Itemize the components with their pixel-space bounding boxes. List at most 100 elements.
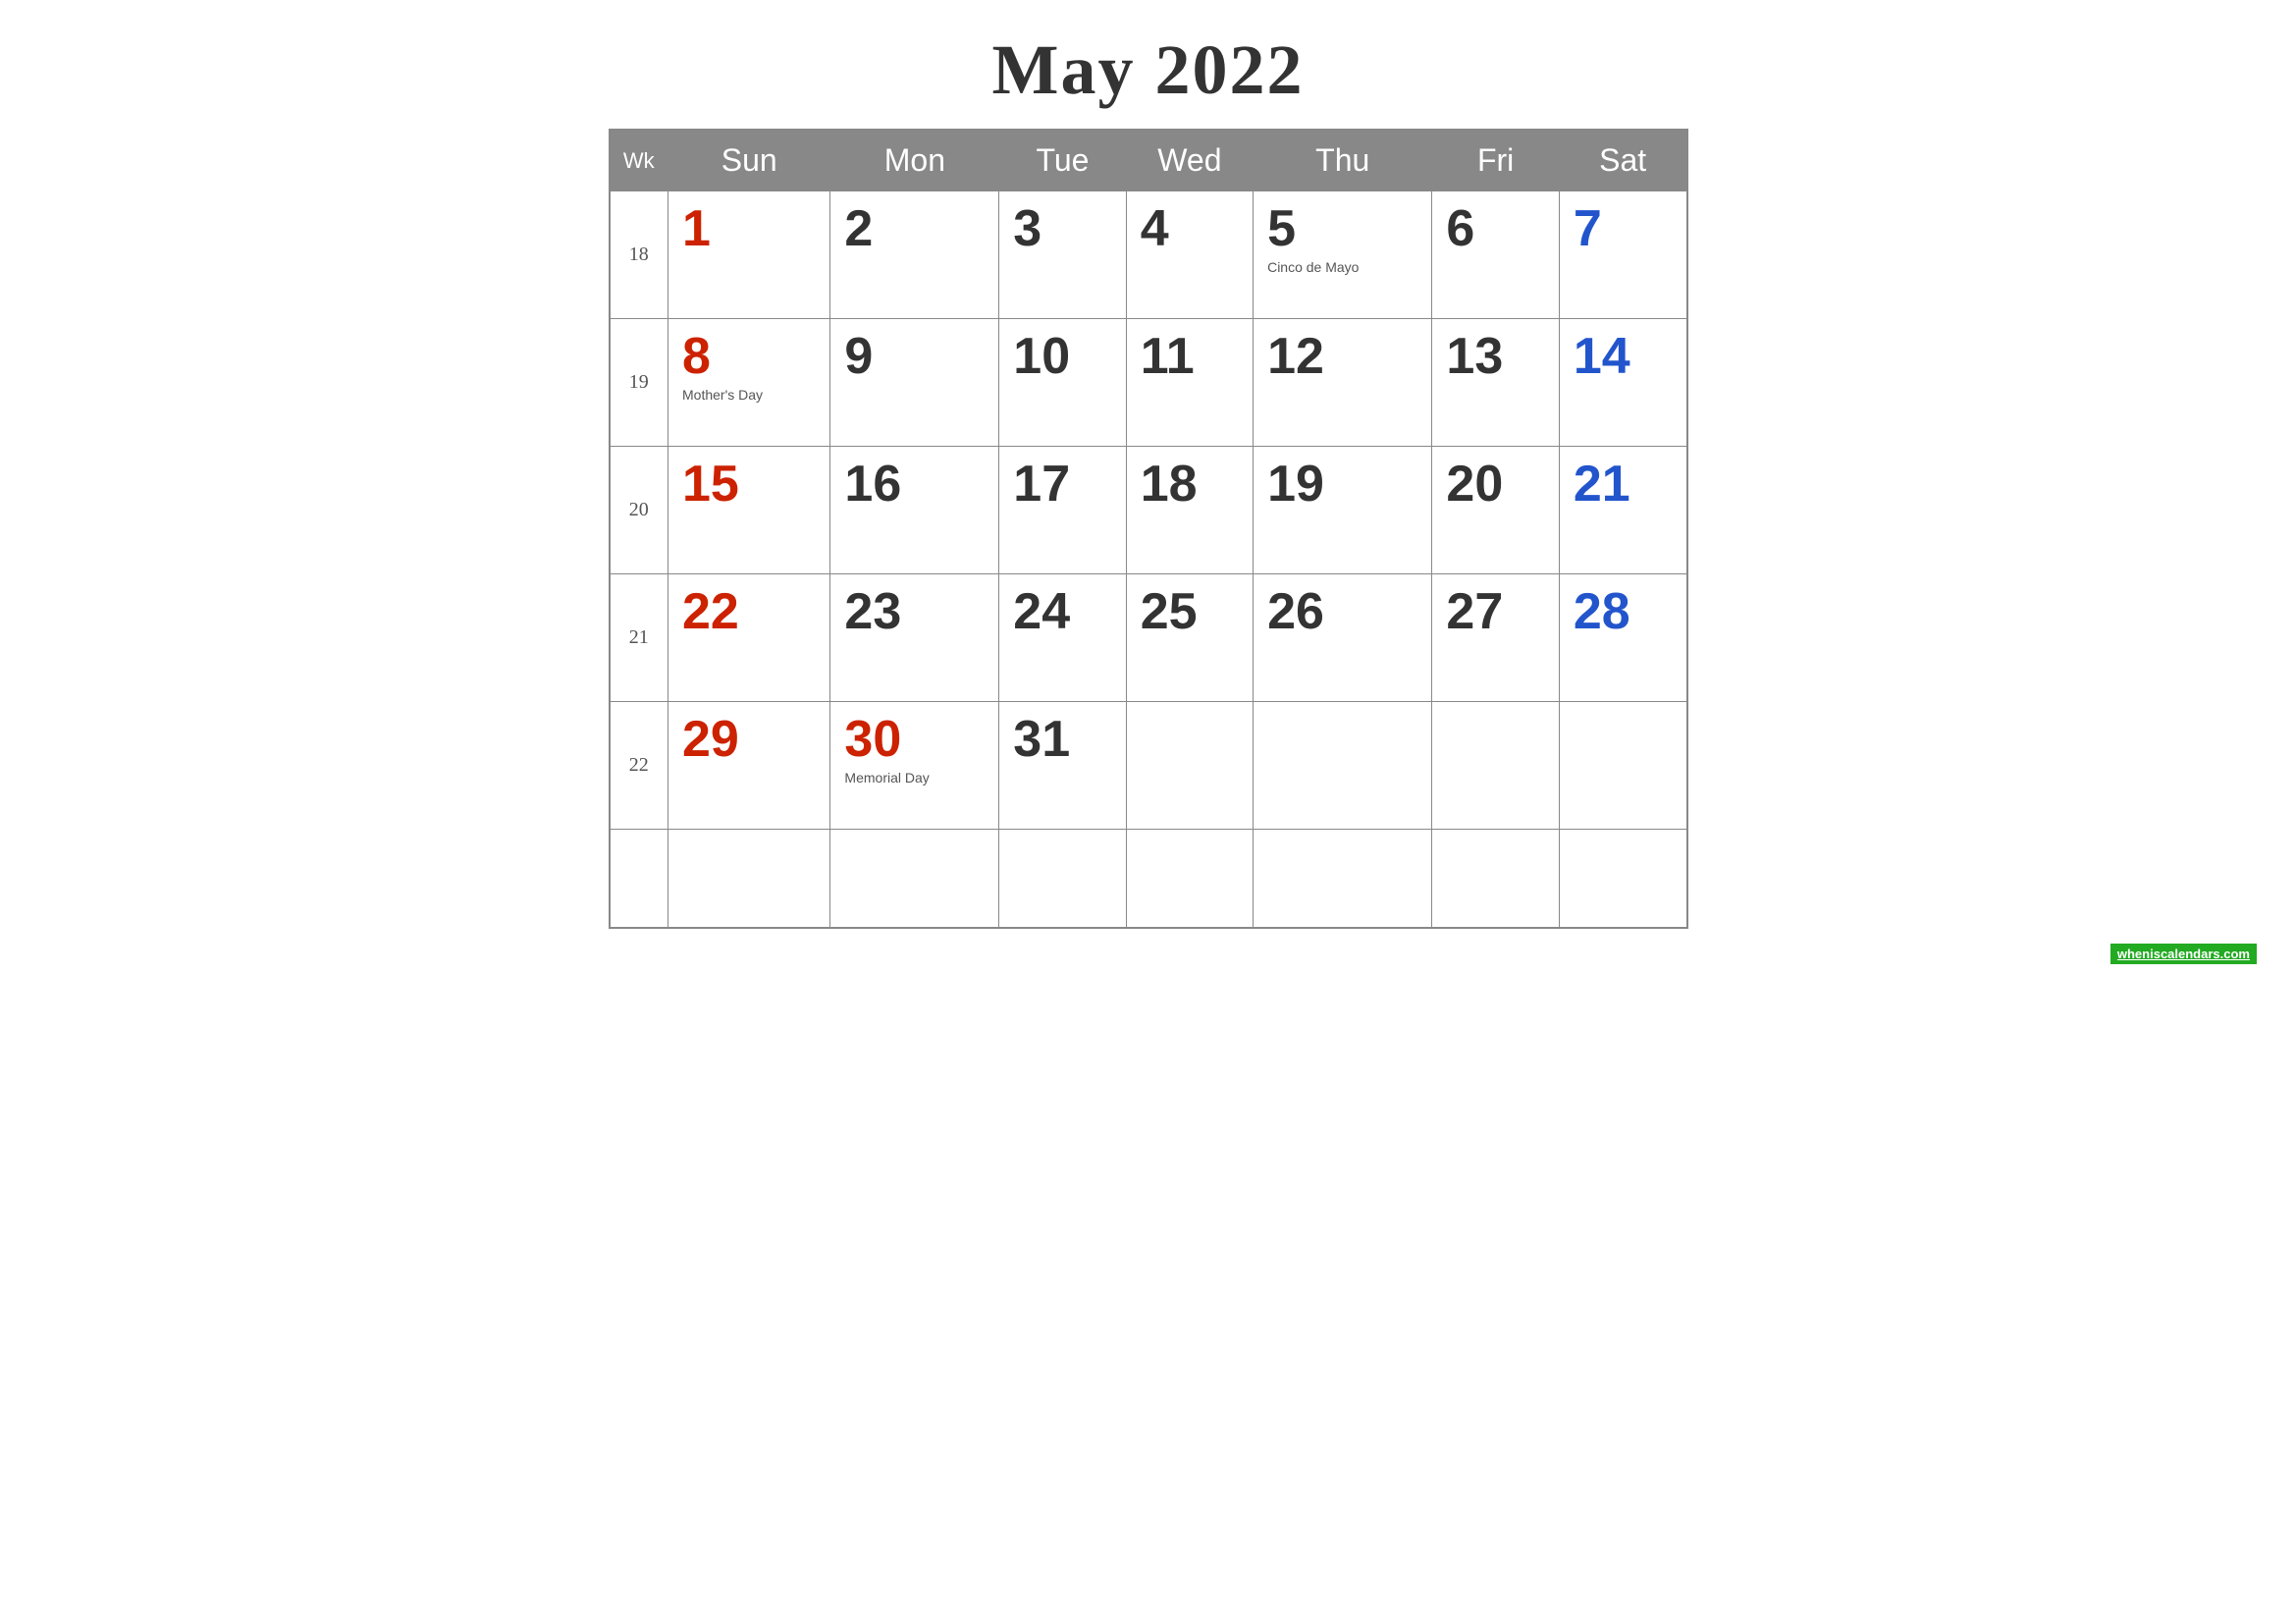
day-number: 2 [844, 201, 985, 257]
day-number: 24 [1013, 584, 1111, 640]
day-number: 17 [1013, 457, 1111, 513]
day-number: 20 [1446, 457, 1544, 513]
day-number: 28 [1574, 584, 1673, 640]
day-number: 3 [1013, 201, 1111, 257]
day-cell [1559, 702, 1686, 830]
day-number: 9 [844, 329, 985, 385]
day-number: 23 [844, 584, 985, 640]
day-cell: 17 [999, 447, 1126, 574]
day-cell: 4 [1126, 191, 1253, 319]
day-number: 15 [682, 457, 816, 513]
empty-row [610, 830, 1687, 928]
holiday-label: Mother's Day [682, 387, 816, 403]
day-cell: 14 [1559, 319, 1686, 447]
day-cell: 10 [999, 319, 1126, 447]
day-number: 7 [1574, 201, 1673, 257]
day-number: 19 [1267, 457, 1417, 513]
day-number: 31 [1013, 712, 1111, 768]
watermark-link[interactable]: wheniscalendars.com [2110, 944, 2257, 964]
day-cell [1432, 702, 1559, 830]
calendar-title: May 2022 [992, 29, 1305, 111]
day-cell: 1 [668, 191, 830, 319]
wed-header: Wed [1126, 130, 1253, 191]
day-cell: 24 [999, 574, 1126, 702]
week-row: 2229 30 Memorial Day 31 [610, 702, 1687, 830]
week-number: 20 [610, 447, 668, 574]
day-number: 13 [1446, 329, 1544, 385]
day-cell: 26 [1254, 574, 1432, 702]
day-number: 29 [682, 712, 816, 768]
calendar-table: Wk Sun Mon Tue Wed Thu Fri Sat 1812345Ci… [609, 129, 1688, 929]
holiday-label: Memorial Day [844, 770, 985, 785]
day-number: 21 [1574, 457, 1673, 513]
week-number: 19 [610, 319, 668, 447]
empty-day-cell [668, 830, 830, 928]
week-row: 2122 23 24 25 26 27 28 [610, 574, 1687, 702]
day-number: 25 [1141, 584, 1239, 640]
wk-header: Wk [610, 130, 668, 191]
day-cell: 28 [1559, 574, 1686, 702]
sun-header: Sun [668, 130, 830, 191]
day-cell: 27 [1432, 574, 1559, 702]
watermark[interactable]: wheniscalendars.com [2110, 947, 2257, 962]
day-cell: 5 Cinco de Mayo [1254, 191, 1432, 319]
day-cell: 22 [668, 574, 830, 702]
empty-day-cell [1432, 830, 1559, 928]
day-number: 4 [1141, 201, 1239, 257]
wk-cell [610, 830, 668, 928]
day-cell: 16 [830, 447, 999, 574]
day-cell: 7 [1559, 191, 1686, 319]
day-cell: 21 [1559, 447, 1686, 574]
day-cell: 3 [999, 191, 1126, 319]
day-cell: 11 [1126, 319, 1253, 447]
day-cell: 23 [830, 574, 999, 702]
thu-header: Thu [1254, 130, 1432, 191]
fri-header: Fri [1432, 130, 1559, 191]
day-cell: 31 [999, 702, 1126, 830]
day-number: 26 [1267, 584, 1417, 640]
week-row: 198 Mother's Day 910 11 12 13 14 [610, 319, 1687, 447]
day-number: 11 [1141, 329, 1239, 385]
week-row: 2015161718192021 [610, 447, 1687, 574]
day-number: 30 [844, 712, 985, 768]
day-number: 18 [1141, 457, 1239, 513]
empty-day-cell [830, 830, 999, 928]
day-cell: 15 [668, 447, 830, 574]
day-cell: 19 [1254, 447, 1432, 574]
day-cell: 9 [830, 319, 999, 447]
week-number: 18 [610, 191, 668, 319]
day-cell: 20 [1432, 447, 1559, 574]
empty-day-cell [999, 830, 1126, 928]
day-number: 6 [1446, 201, 1544, 257]
day-cell: 12 [1254, 319, 1432, 447]
day-number: 1 [682, 201, 816, 257]
day-cell: 30 Memorial Day [830, 702, 999, 830]
day-number: 16 [844, 457, 985, 513]
day-cell [1254, 702, 1432, 830]
sat-header: Sat [1559, 130, 1686, 191]
day-cell: 25 [1126, 574, 1253, 702]
day-number: 22 [682, 584, 816, 640]
day-number: 12 [1267, 329, 1417, 385]
day-cell: 18 [1126, 447, 1253, 574]
day-number: 8 [682, 329, 816, 385]
header-row: Wk Sun Mon Tue Wed Thu Fri Sat [610, 130, 1687, 191]
day-number: 5 [1267, 201, 1417, 257]
day-cell: 8 Mother's Day [668, 319, 830, 447]
day-cell [1126, 702, 1253, 830]
day-cell: 29 [668, 702, 830, 830]
day-cell: 13 [1432, 319, 1559, 447]
day-number: 27 [1446, 584, 1544, 640]
week-number: 21 [610, 574, 668, 702]
empty-day-cell [1126, 830, 1253, 928]
empty-day-cell [1559, 830, 1686, 928]
holiday-label: Cinco de Mayo [1267, 259, 1417, 275]
week-number: 22 [610, 702, 668, 830]
week-row: 1812345 Cinco de Mayo 67 [610, 191, 1687, 319]
day-cell: 2 [830, 191, 999, 319]
tue-header: Tue [999, 130, 1126, 191]
empty-day-cell [1254, 830, 1432, 928]
day-number: 14 [1574, 329, 1673, 385]
mon-header: Mon [830, 130, 999, 191]
day-cell: 6 [1432, 191, 1559, 319]
